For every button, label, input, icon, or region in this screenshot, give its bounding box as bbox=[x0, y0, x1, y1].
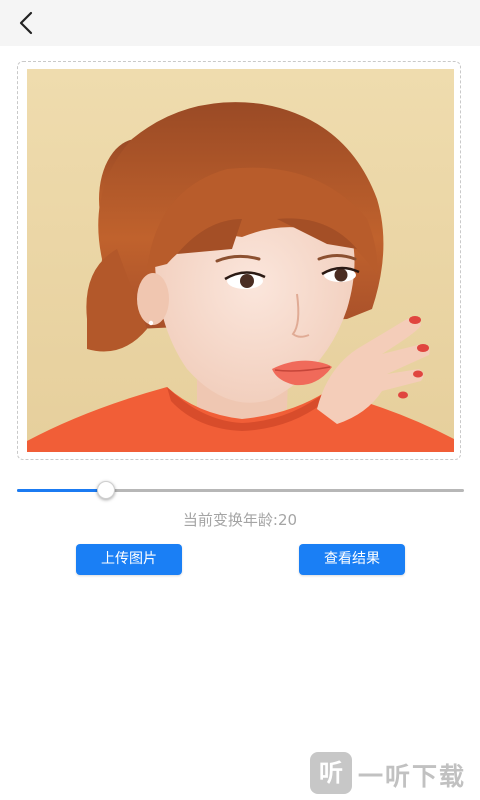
chevron-left-icon bbox=[19, 11, 33, 35]
upload-image-button[interactable]: 上传图片 bbox=[76, 544, 182, 575]
watermark-text: 一听下载 bbox=[358, 762, 467, 791]
current-age-label: 当前变换年龄:20 bbox=[182, 511, 298, 529]
view-result-button[interactable]: 查看结果 bbox=[299, 544, 405, 575]
slider-fill bbox=[17, 489, 106, 492]
age-slider[interactable] bbox=[17, 480, 464, 502]
portrait-illustration bbox=[27, 69, 454, 452]
photo-frame[interactable] bbox=[17, 61, 461, 460]
slider-thumb[interactable] bbox=[97, 481, 115, 499]
portrait-photo bbox=[27, 69, 454, 452]
watermark-logo-icon: 听 bbox=[310, 752, 352, 794]
top-bar bbox=[0, 0, 480, 46]
back-button[interactable] bbox=[12, 8, 42, 38]
watermark: 听 一听下载 bbox=[310, 752, 476, 796]
